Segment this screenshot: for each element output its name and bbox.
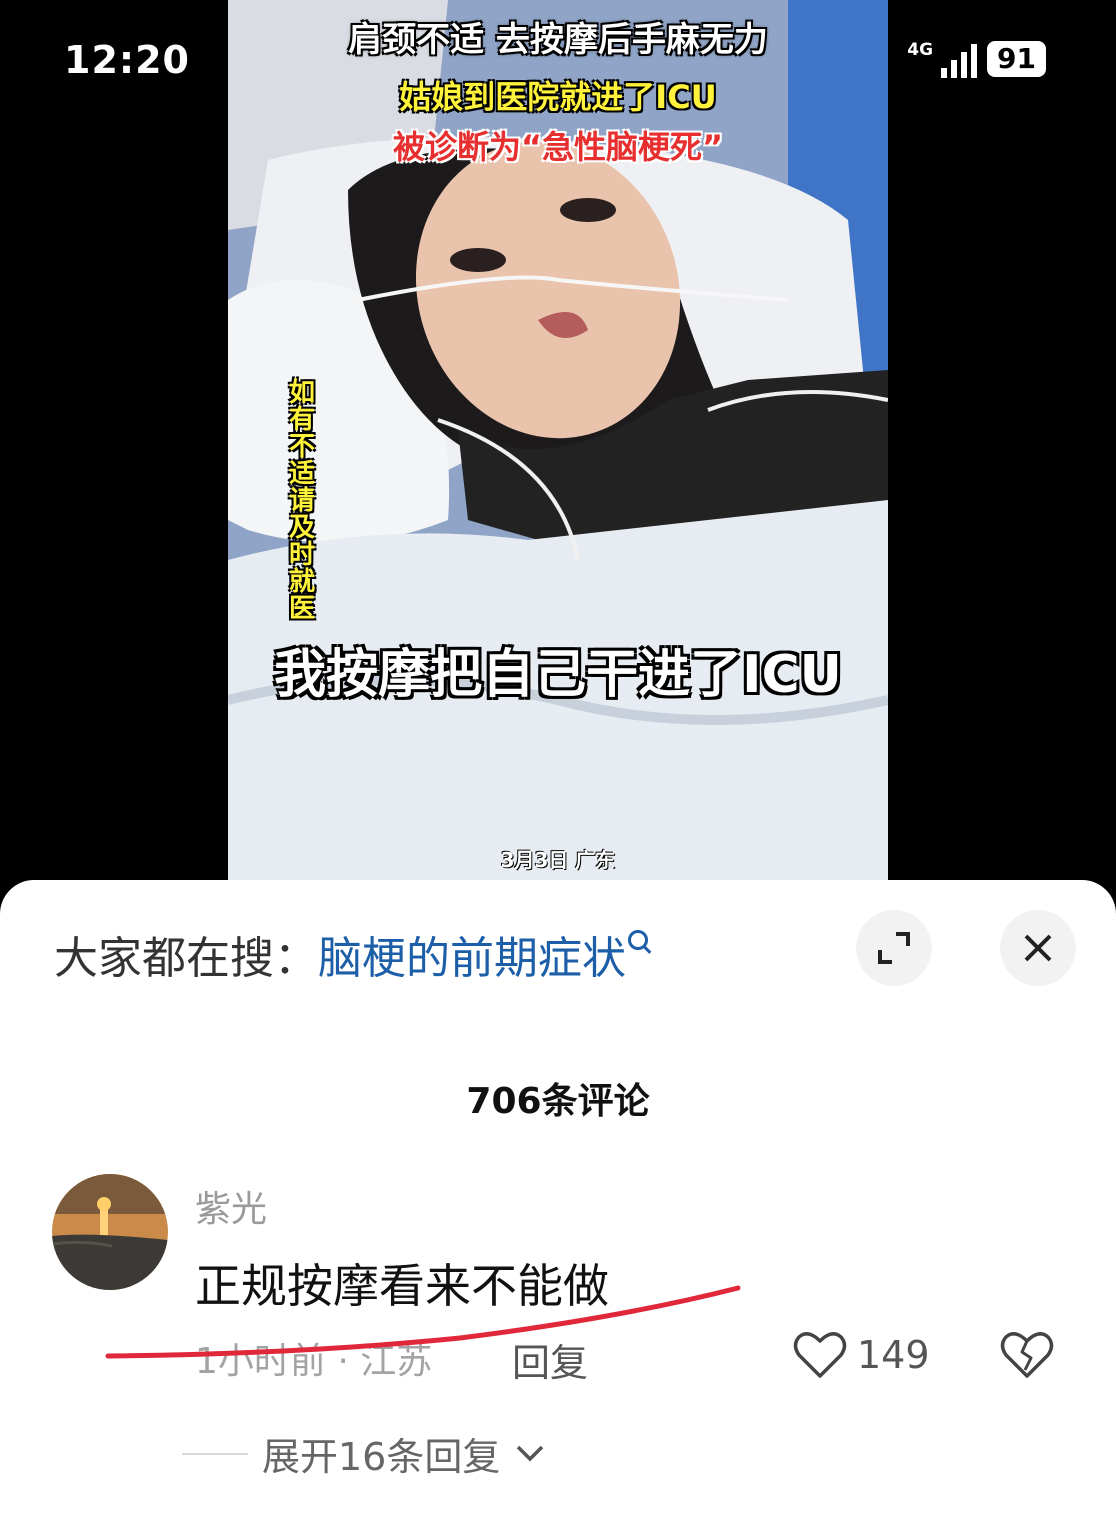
- battery-indicator: 91: [987, 41, 1046, 77]
- comment-count-title: 706条评论: [466, 1081, 650, 1122]
- video-headline-3: 被诊断为“急性脑梗死”: [392, 128, 724, 166]
- network-4g-label: 4G: [907, 40, 934, 60]
- video-headline-2: 姑娘到医院就进了ICU: [399, 78, 717, 116]
- video-player[interactable]: 肩颈不适 去按摩后手麻无力 姑娘到医院就进了ICU 被诊断为“急性脑梗死” 如有…: [228, 0, 888, 880]
- expand-replies-button[interactable]: 展开16条回复: [182, 1426, 546, 1481]
- broken-heart-icon: [1000, 1332, 1054, 1378]
- like-count: 149: [857, 1333, 930, 1377]
- video-side-text: 如有不适 请及时就医: [288, 378, 315, 624]
- chevron-down-icon: [517, 1445, 544, 1461]
- comment-sheet: 大家都在搜：脑梗的前期症状 706条评论 紫光 正规按摩看来不能做 1小时前 ·…: [0, 880, 1116, 1528]
- red-underline-annotation: [105, 1285, 741, 1359]
- signal-bars-icon-2: [941, 40, 978, 78]
- heart-icon: [793, 1332, 847, 1378]
- close-icon: [1024, 934, 1052, 962]
- divider: [182, 1452, 248, 1455]
- video-date-location: 3月3日 广东: [500, 848, 616, 872]
- trending-search-link[interactable]: 脑梗的前期症状: [318, 933, 626, 984]
- video-headline-1: 肩颈不适 去按摩后手麻无力: [348, 20, 768, 60]
- video-caption: 我按摩把自己干进了ICU: [274, 645, 842, 705]
- search-icon[interactable]: [628, 930, 648, 950]
- expand-button[interactable]: [856, 910, 932, 986]
- trending-search-prefix: 大家都在搜：: [54, 933, 318, 984]
- expand-replies-label: 展开16条回复: [262, 1435, 501, 1479]
- status-time: 12:20: [64, 38, 190, 82]
- expand-icon: [878, 932, 910, 964]
- close-button[interactable]: [1000, 910, 1076, 986]
- like-button[interactable]: 149: [793, 1330, 930, 1380]
- trending-search-row: 大家都在搜：脑梗的前期症状: [54, 922, 648, 986]
- dislike-button[interactable]: [1000, 1330, 1054, 1384]
- comment-username[interactable]: 紫光: [195, 1180, 267, 1232]
